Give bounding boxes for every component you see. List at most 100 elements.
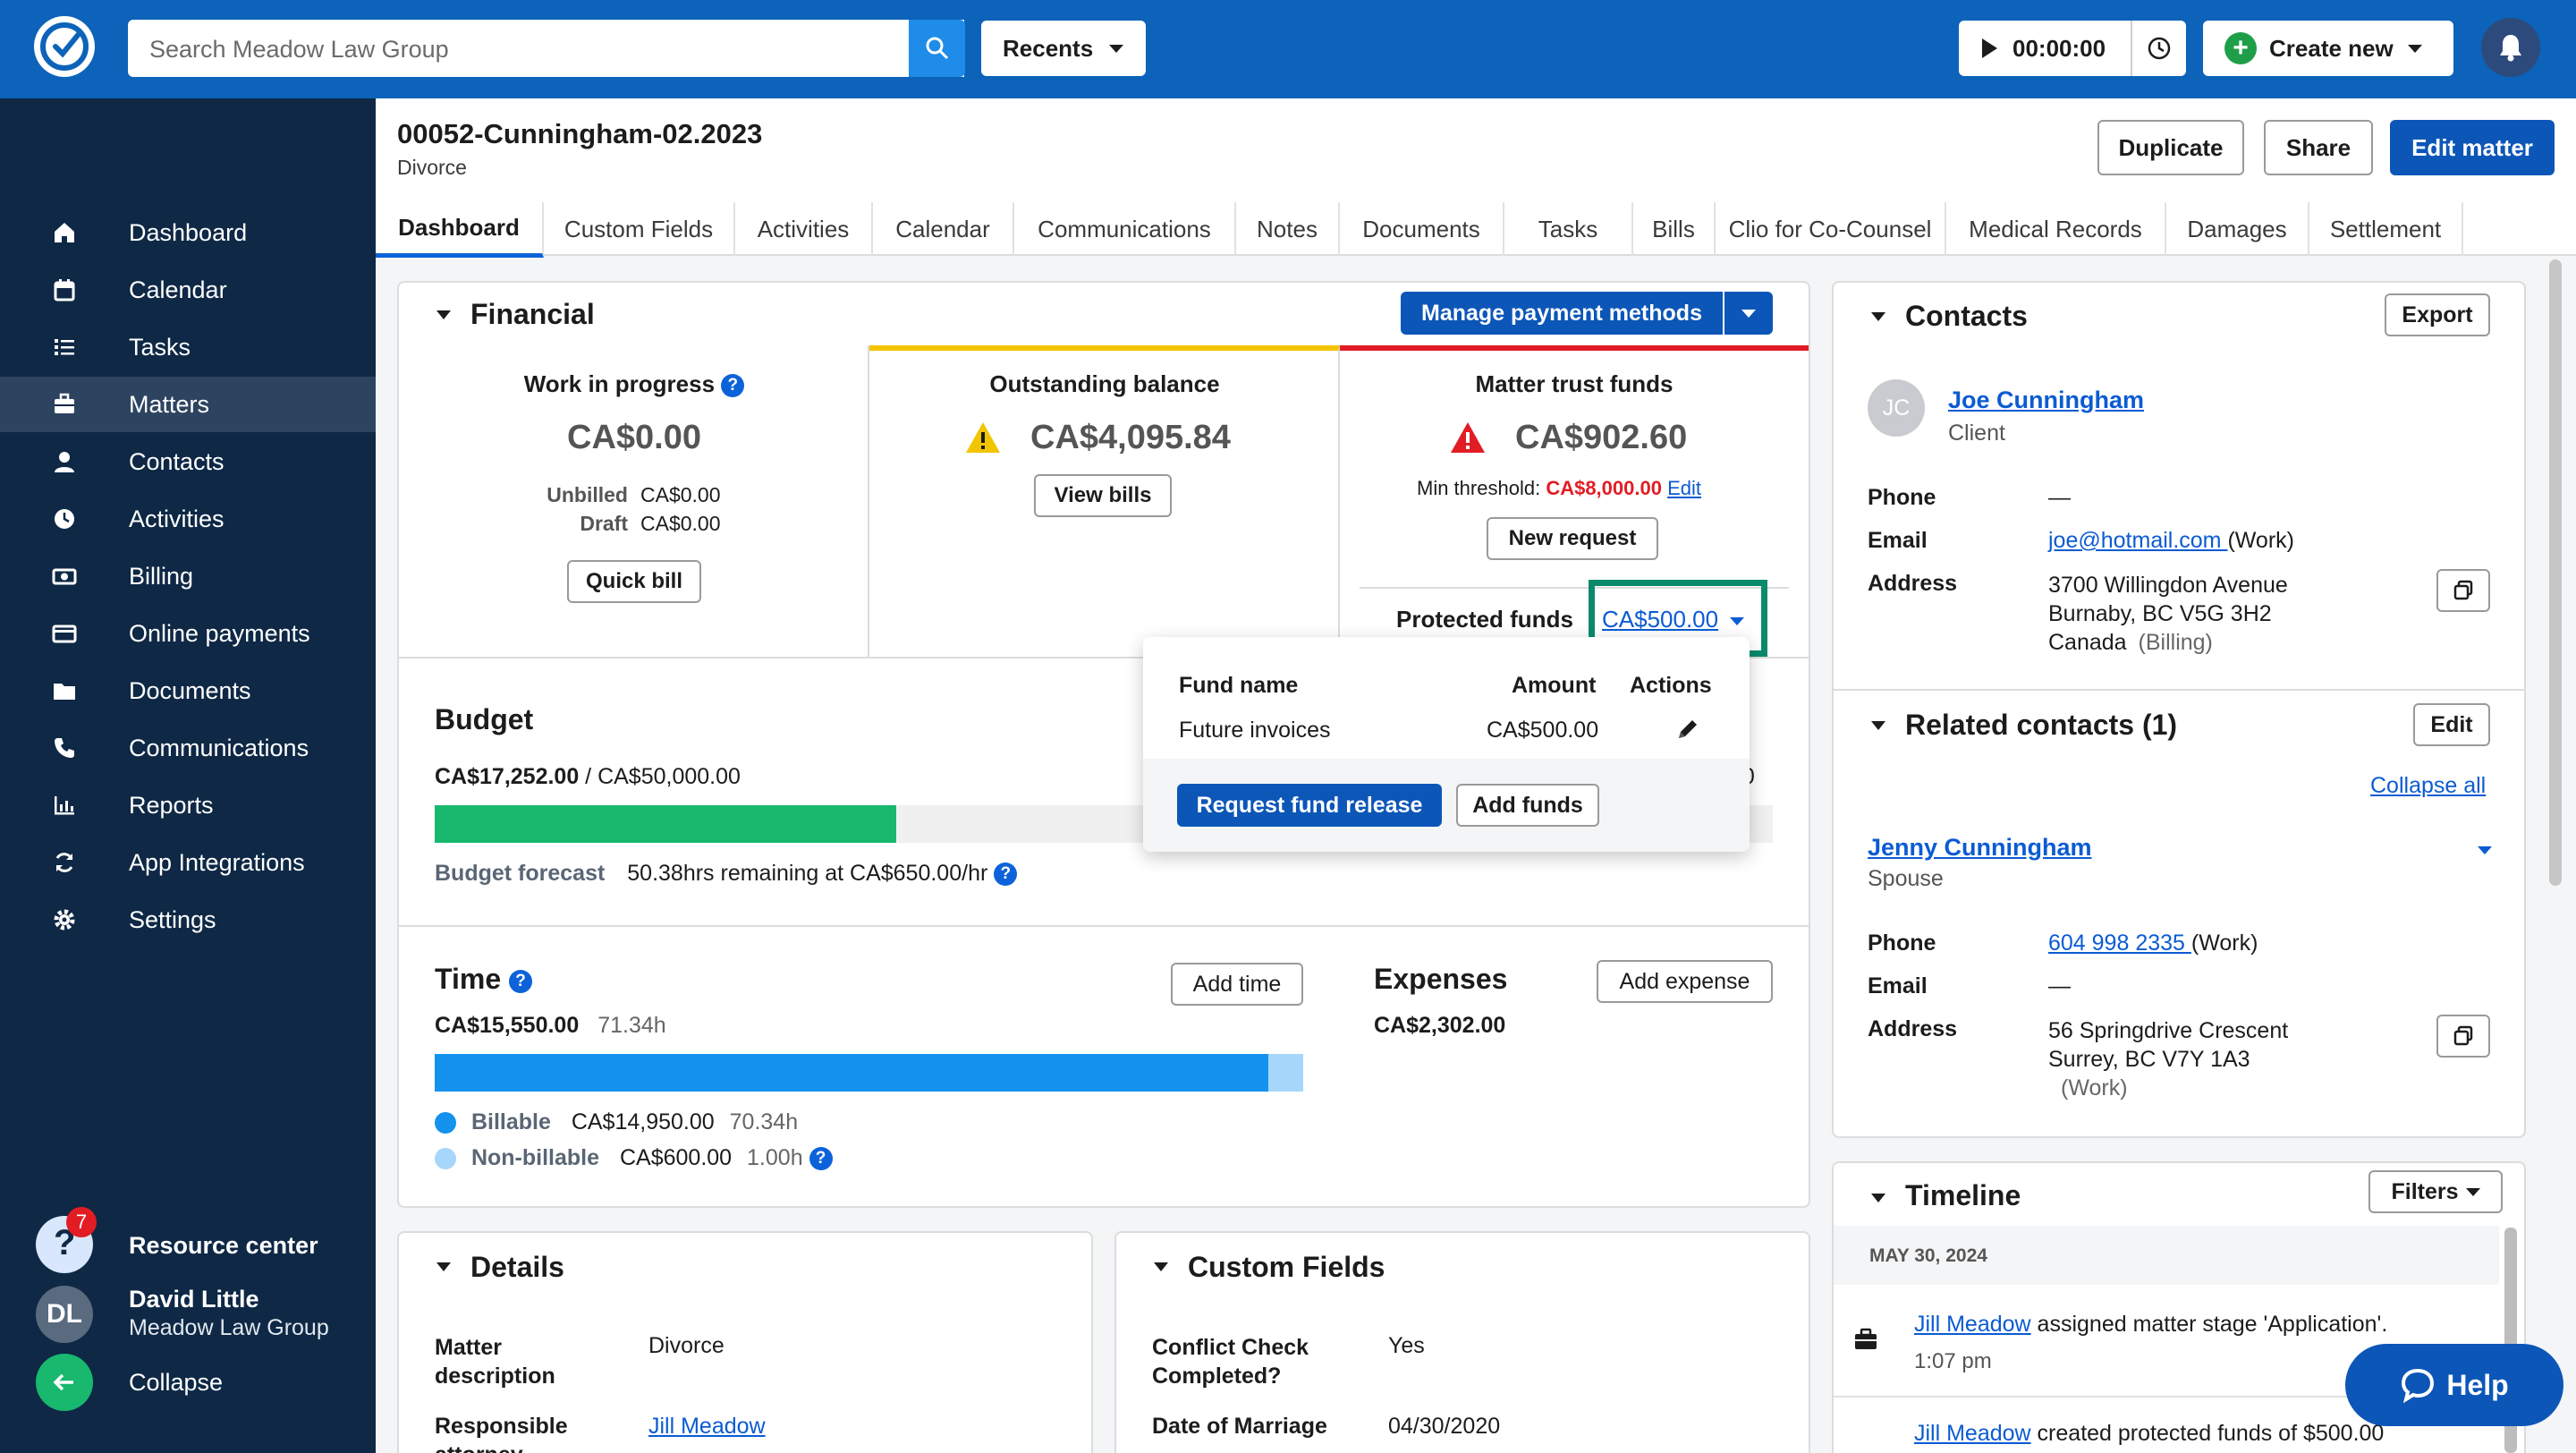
collapse-triangle-icon[interactable] — [1154, 1262, 1168, 1271]
wip-amount: CA$0.00 — [567, 419, 701, 456]
timeline-user-link[interactable]: Jill Meadow — [1914, 1421, 2031, 1446]
sidebar-item-contacts[interactable]: Contacts — [0, 434, 376, 489]
tab-notes[interactable]: Notes — [1236, 202, 1340, 256]
sidebar-item-documents[interactable]: Documents — [0, 663, 376, 718]
sidebar-item-tasks[interactable]: Tasks — [0, 319, 376, 375]
filters-button[interactable]: Filters — [2368, 1170, 2503, 1213]
min-threshold-label: Min threshold: — [1417, 477, 1541, 499]
matter-description-label: Matter description — [435, 1335, 555, 1389]
help-icon[interactable]: ? — [994, 862, 1018, 887]
tab-custom-fields[interactable]: Custom Fields — [544, 202, 735, 256]
protected-funds-value[interactable]: CA$500.00 — [1602, 606, 1718, 633]
sidebar-item-communications[interactable]: Communications — [0, 720, 376, 776]
user-name[interactable]: David Little — [129, 1286, 259, 1313]
pencil-icon[interactable] — [1674, 716, 1701, 743]
manage-payment-methods-button[interactable]: Manage payment methods — [1401, 292, 1723, 335]
chevron-down-icon — [2465, 1187, 2480, 1196]
details-title: Details — [470, 1251, 564, 1283]
date-of-marriage-label: Date of Marriage — [1152, 1414, 1327, 1439]
warning-icon — [966, 422, 1000, 453]
sidebar-item-app-integrations[interactable]: App Integrations — [0, 835, 376, 890]
sidebar-item-billing[interactable]: Billing — [0, 548, 376, 604]
request-fund-release-button[interactable]: Request fund release — [1177, 784, 1442, 827]
plus-icon: + — [2224, 32, 2257, 64]
tab-calendar[interactable]: Calendar — [873, 202, 1014, 256]
related-phone-link[interactable]: 604 998 2335 — [2048, 930, 2191, 956]
notifications-button[interactable] — [2481, 18, 2540, 77]
collapse-triangle-icon[interactable] — [1871, 1194, 1885, 1202]
min-threshold: Min threshold: CA$8,000.00 Edit — [1417, 477, 1701, 500]
help-button[interactable]: Help — [2345, 1344, 2563, 1426]
copy-related-address-button[interactable] — [2436, 1015, 2490, 1058]
quick-bill-button[interactable]: Quick bill — [567, 560, 701, 603]
timer-button[interactable]: 00:00:00 — [1959, 21, 2131, 76]
sidebar-item-settings[interactable]: Settings — [0, 892, 376, 947]
billable-dot-icon — [435, 1112, 456, 1134]
collapse-triangle-icon[interactable] — [1871, 312, 1885, 321]
search-button[interactable] — [909, 20, 965, 77]
tab-communications[interactable]: Communications — [1014, 202, 1236, 256]
gear-icon — [54, 909, 75, 930]
contact-name-link[interactable]: Joe Cunningham — [1948, 387, 2144, 414]
sidebar-item-dashboard[interactable]: Dashboard — [0, 205, 376, 260]
tab-clio-for-co-counsel[interactable]: Clio for Co-Counsel — [1716, 202, 1946, 256]
tab-dashboard[interactable]: Dashboard — [376, 202, 544, 258]
sidebar-item-activities[interactable]: Activities — [0, 491, 376, 547]
tab-bills[interactable]: Bills — [1633, 202, 1716, 256]
collapse-all-link[interactable]: Collapse all — [2370, 773, 2486, 799]
phone-label: Phone — [1868, 485, 1936, 510]
collapse-label[interactable]: Collapse — [129, 1369, 223, 1397]
tab-documents[interactable]: Documents — [1340, 202, 1504, 256]
help-icon[interactable]: ? — [721, 374, 745, 398]
view-bills-button[interactable]: View bills — [1034, 474, 1172, 517]
edit-matter-button[interactable]: Edit matter — [2390, 120, 2555, 175]
timeline-event-1: Jill Meadow assigned matter stage 'Appli… — [1914, 1312, 2387, 1338]
edit-related-button[interactable]: Edit — [2413, 703, 2490, 746]
protected-funds-dropdown[interactable]: CA$500.00 — [1602, 606, 1745, 633]
recents-dropdown[interactable]: Recents — [981, 21, 1146, 76]
copy-address-button[interactable] — [2436, 569, 2490, 612]
tab-damages[interactable]: Damages — [2166, 202, 2309, 256]
share-button[interactable]: Share — [2264, 120, 2373, 175]
collapse-triangle-icon[interactable] — [436, 310, 451, 319]
tab-medical-records[interactable]: Medical Records — [1946, 202, 2166, 256]
timer-history-button[interactable] — [2131, 21, 2186, 76]
new-request-button[interactable]: New request — [1487, 517, 1658, 560]
add-time-button[interactable]: Add time — [1171, 963, 1303, 1006]
email-link[interactable]: joe@hotmail.com — [2048, 528, 2227, 553]
timeline-user-link[interactable]: Jill Meadow — [1914, 1312, 2031, 1337]
sidebar-item-online-payments[interactable]: Online payments — [0, 606, 376, 661]
collapse-icon[interactable] — [36, 1354, 93, 1411]
chevron-down-icon[interactable] — [2478, 846, 2492, 854]
sidebar-item-reports[interactable]: Reports — [0, 777, 376, 833]
time-total-hours: 71.34h — [597, 1013, 666, 1038]
clio-logo-icon[interactable] — [34, 16, 95, 77]
tab-tasks[interactable]: Tasks — [1504, 202, 1633, 256]
resource-center-icon[interactable]: ? 7 — [36, 1207, 97, 1273]
search-input[interactable]: Search Meadow Law Group — [128, 20, 964, 77]
tab-activities[interactable]: Activities — [735, 202, 873, 256]
help-icon[interactable]: ? — [509, 969, 532, 993]
user-avatar[interactable]: DL — [36, 1286, 93, 1343]
sidebar-item-calendar[interactable]: Calendar — [0, 262, 376, 318]
responsible-attorney-link[interactable]: Jill Meadow — [648, 1414, 766, 1440]
edit-threshold-link[interactable]: Edit — [1667, 477, 1701, 499]
address-label: Address — [1868, 571, 1958, 596]
add-expense-button[interactable]: Add expense — [1597, 960, 1773, 1003]
create-new-button[interactable]: + Create new — [2203, 21, 2453, 76]
help-icon[interactable]: ? — [809, 1147, 833, 1171]
resource-center-label[interactable]: Resource center — [129, 1232, 318, 1260]
manage-payment-dropdown[interactable] — [1724, 292, 1773, 335]
add-funds-button[interactable]: Add funds — [1456, 784, 1599, 827]
sidebar-item-matters[interactable]: Matters — [0, 377, 376, 432]
export-button[interactable]: Export — [2385, 293, 2490, 336]
contact-avatar: JC — [1868, 379, 1925, 437]
collapse-triangle-icon[interactable] — [436, 1262, 451, 1271]
collapse-triangle-icon[interactable] — [1871, 721, 1885, 730]
budget-forecast: Budget forecast 50.38hrs remaining at CA… — [435, 861, 1018, 887]
page-scrollbar[interactable] — [2549, 259, 2562, 886]
related-contact-name-link[interactable]: Jenny Cunningham — [1868, 834, 2092, 862]
sidebar-item-label: Matters — [129, 390, 210, 418]
duplicate-button[interactable]: Duplicate — [2097, 120, 2244, 175]
tab-settlement[interactable]: Settlement — [2309, 202, 2463, 256]
